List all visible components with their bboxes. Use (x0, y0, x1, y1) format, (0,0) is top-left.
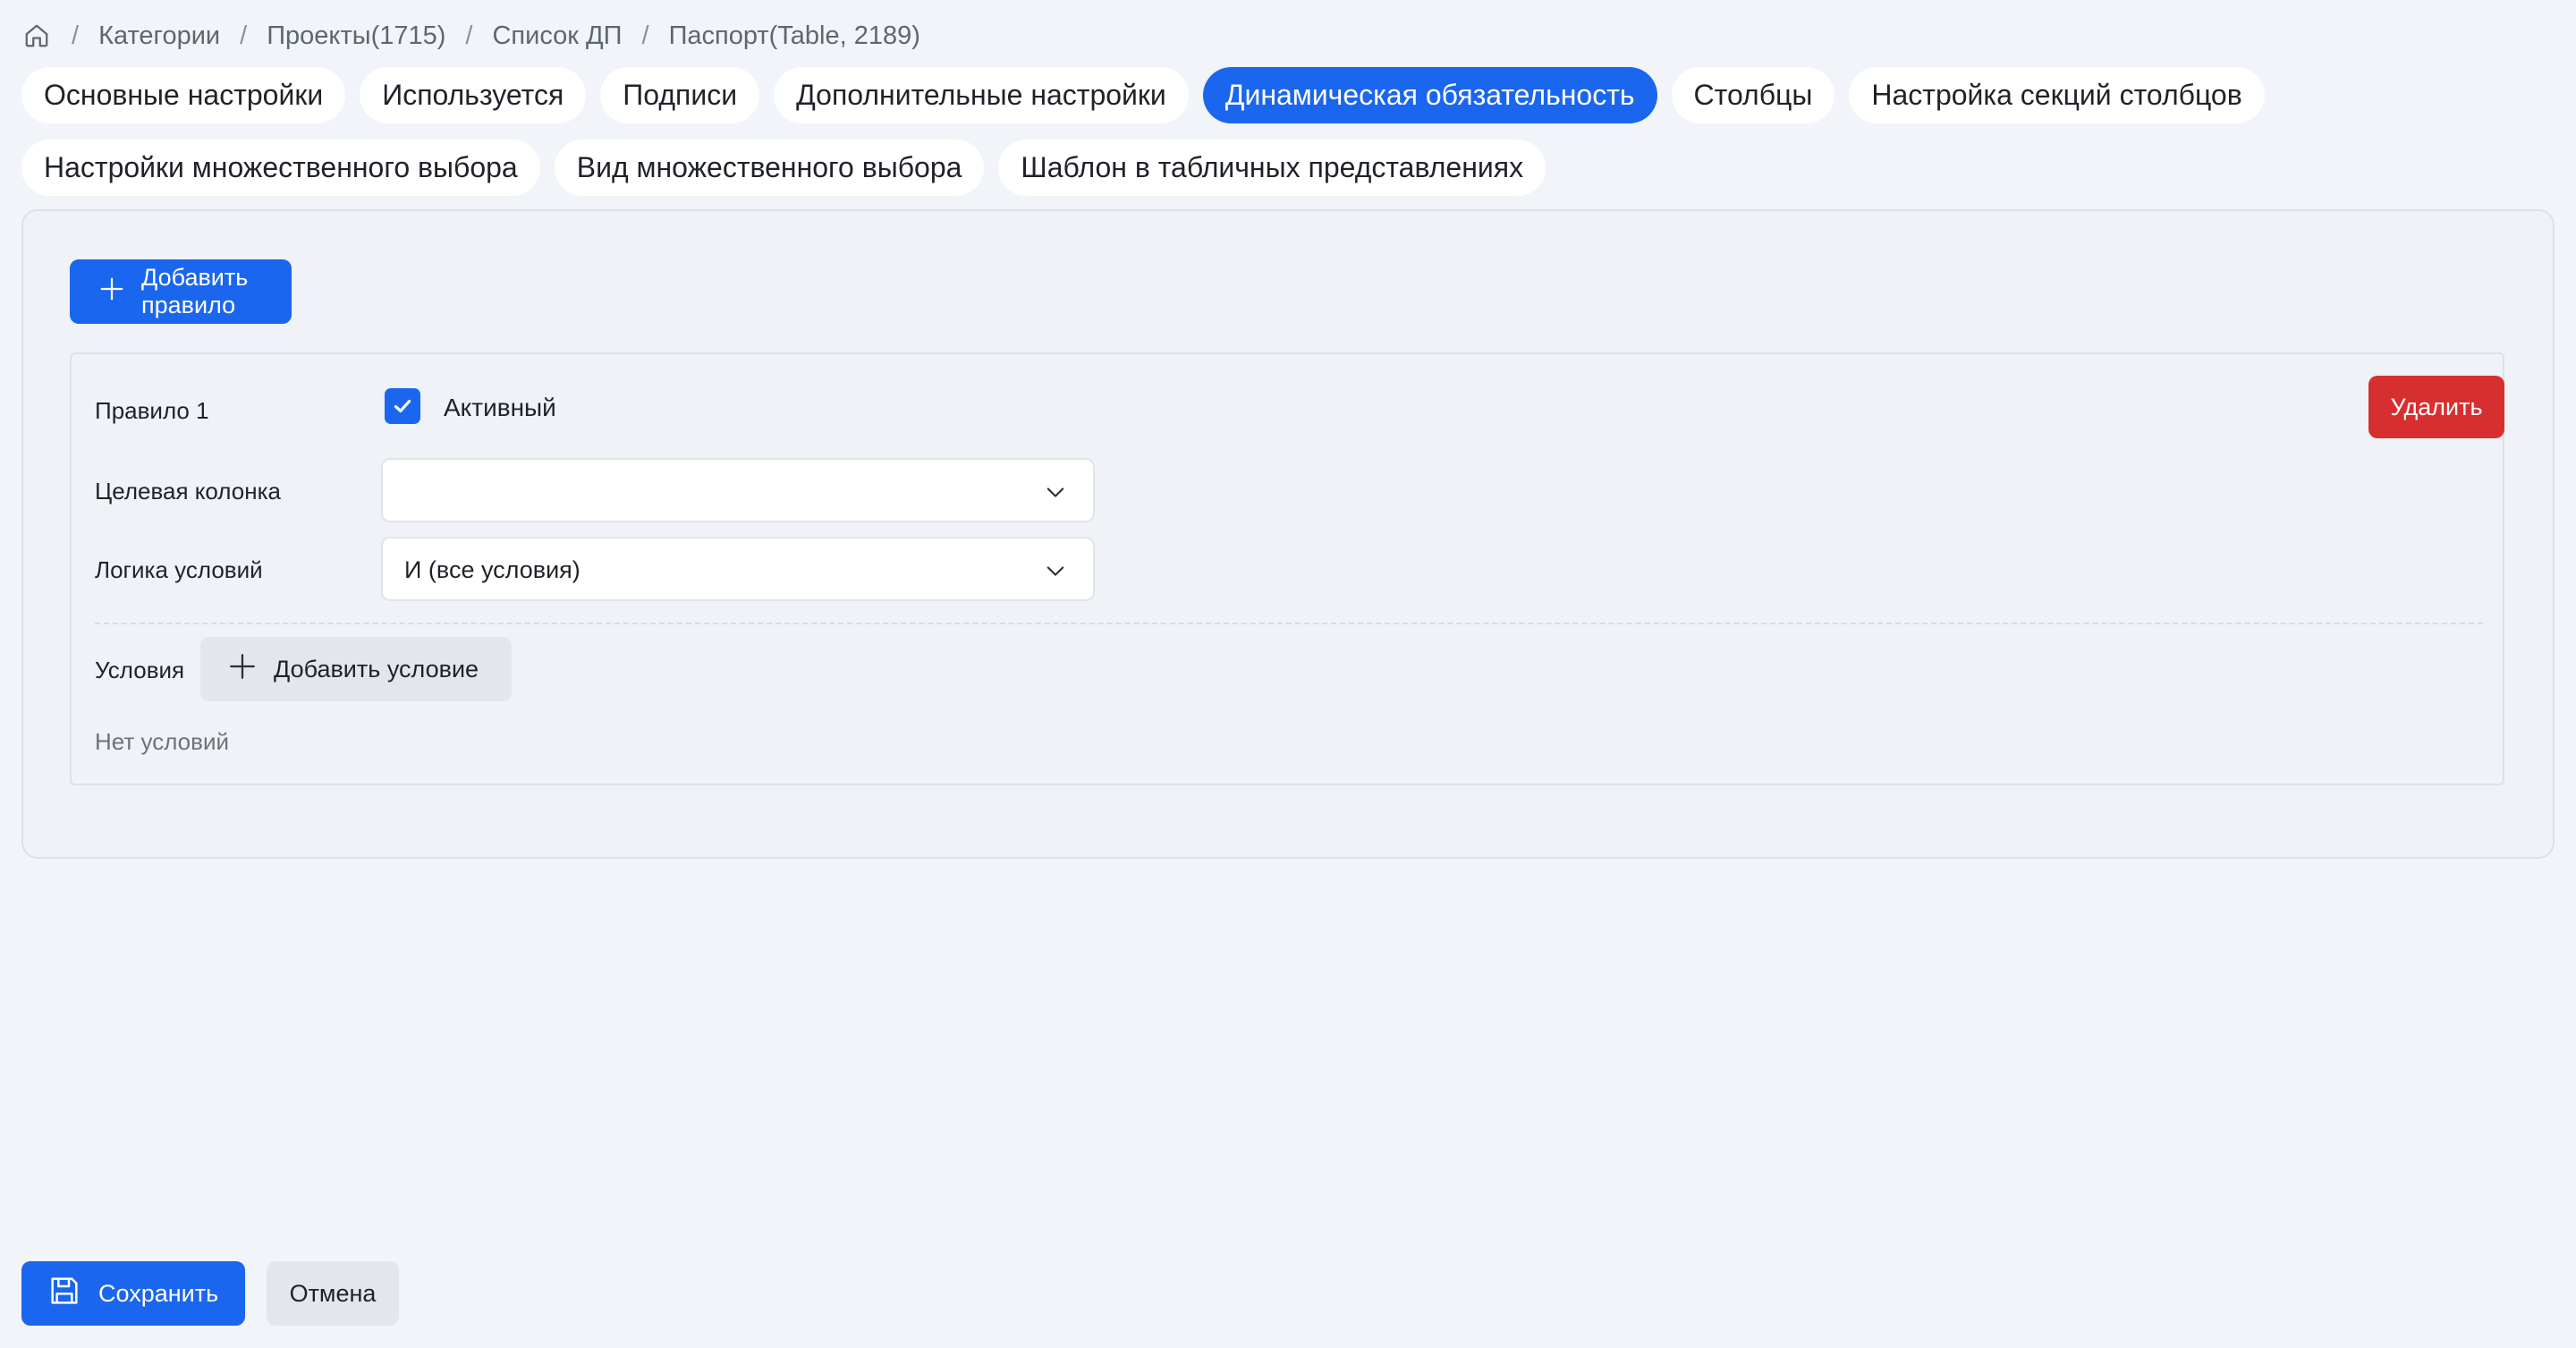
page: / Категории / Проекты(1715) / Список ДП … (0, 0, 2576, 1348)
home-icon[interactable] (21, 21, 52, 51)
no-conditions-text: Нет условий (95, 728, 229, 755)
conditions-label: Условия (95, 657, 185, 683)
save-label: Сохранить (98, 1279, 219, 1307)
plus-icon (227, 651, 258, 688)
target-column-label: Целевая колонка (95, 478, 281, 504)
tab-used[interactable]: Используется (360, 67, 587, 123)
tab-additional-settings[interactable]: Дополнительные настройки (774, 67, 1189, 123)
tab-table-template[interactable]: Шаблон в табличных представлениях (998, 140, 1546, 196)
check-icon (394, 399, 411, 413)
tab-labels[interactable]: Подписи (600, 67, 760, 123)
condition-logic-label: Логика условий (95, 556, 263, 583)
add-rule-button[interactable]: Добавить правило (70, 259, 292, 324)
rule-title: Правило 1 (95, 397, 209, 424)
add-condition-label: Добавить условие (274, 655, 479, 682)
breadcrumb-item-projects[interactable]: Проекты(1715) (267, 21, 445, 51)
breadcrumb-separator: / (72, 21, 80, 50)
active-label: Активный (444, 394, 556, 421)
chevron-down-icon (1046, 487, 1064, 497)
dynamic-requirement-panel: Добавить правило Правило 1 Активный Удал… (21, 209, 2555, 859)
tab-columns[interactable]: Столбцы (1671, 67, 1835, 123)
tab-basic-settings[interactable]: Основные настройки (21, 67, 346, 123)
breadcrumb-separator: / (641, 21, 649, 50)
breadcrumb-item-dp-list[interactable]: Список ДП (492, 21, 622, 51)
breadcrumb-separator: / (465, 21, 473, 50)
tab-column-sections[interactable]: Настройка секций столбцов (1849, 67, 2265, 123)
add-rule-label: Добавить правило (141, 264, 249, 318)
chevron-down-icon (1046, 566, 1064, 576)
breadcrumb-separator: / (240, 21, 248, 50)
tab-multi-select-view[interactable]: Вид множественного выбора (554, 140, 985, 196)
settings-tabs: Основные настройки Используется Подписи … (21, 67, 2553, 196)
breadcrumb-item-passport: Паспорт(Table, 2189) (668, 21, 920, 50)
condition-logic-value: И (все условия) (404, 556, 580, 583)
tab-dynamic-requirement[interactable]: Динамическая обязательность (1202, 67, 1657, 123)
plus-icon (98, 276, 125, 309)
breadcrumb-item-categories[interactable]: Категории (98, 21, 220, 51)
divider (95, 623, 2483, 624)
cancel-button[interactable]: Отмена (267, 1261, 399, 1326)
breadcrumb: / Категории / Проекты(1715) / Список ДП … (21, 18, 920, 54)
tab-multi-select-settings[interactable]: Настройки множественного выбора (21, 140, 540, 196)
delete-rule-button[interactable]: Удалить (2368, 376, 2504, 438)
save-button[interactable]: Сохранить (21, 1261, 245, 1326)
save-icon (47, 1273, 82, 1315)
active-checkbox[interactable] (385, 388, 420, 424)
rule-card: Правило 1 Активный Удалить Целевая колон… (70, 352, 2504, 785)
target-column-select[interactable] (381, 458, 1095, 522)
add-condition-button[interactable]: Добавить условие (200, 637, 512, 701)
condition-logic-select[interactable]: И (все условия) (381, 537, 1095, 601)
